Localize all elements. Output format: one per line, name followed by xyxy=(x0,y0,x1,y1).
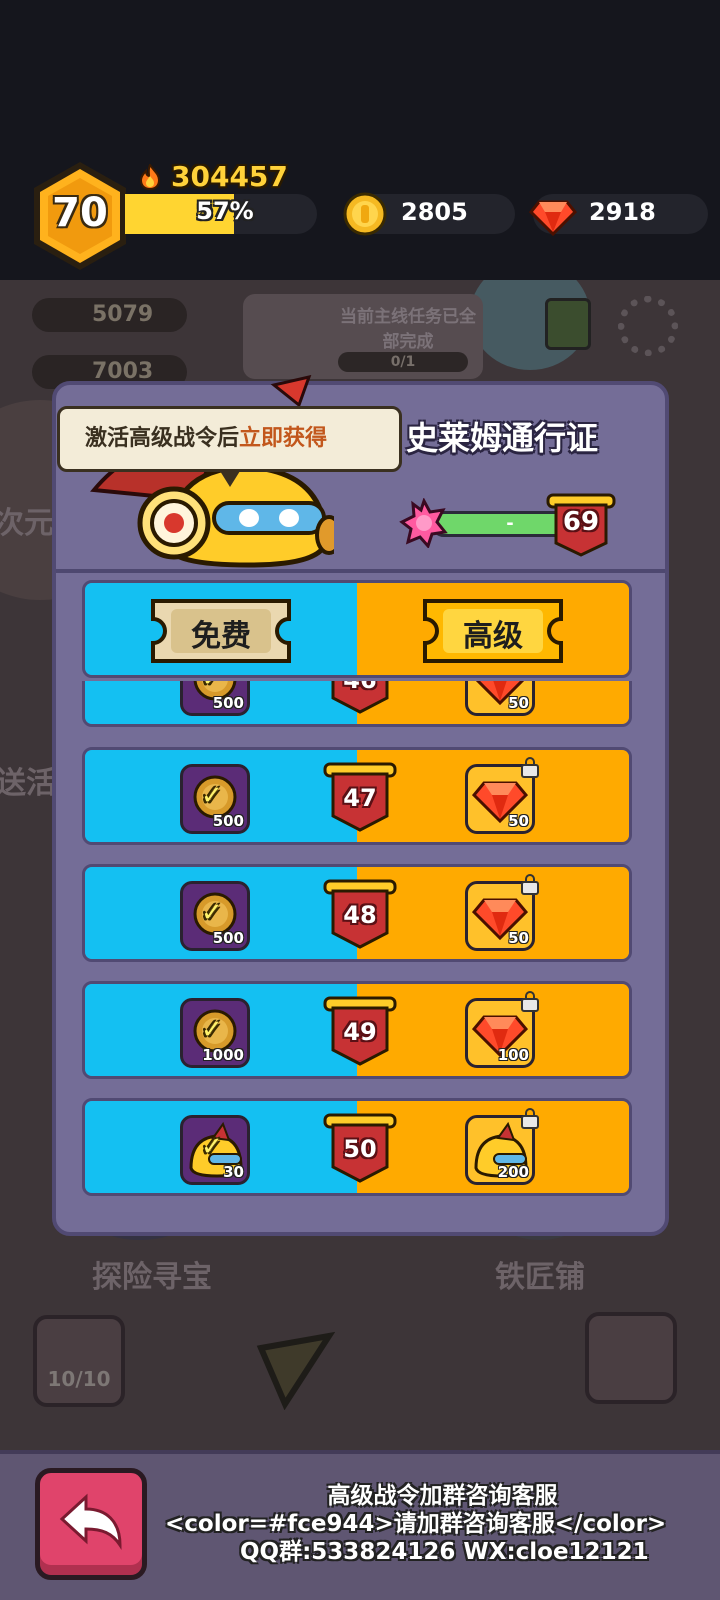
quest-title: 当前主线任务已全部完成 xyxy=(340,307,476,352)
reward-row: ✓ 500 48 50 xyxy=(82,864,632,962)
tab-free[interactable]: 免费 xyxy=(85,583,357,675)
pass-current-level-banner: 69 xyxy=(546,493,616,559)
row-level: 49 xyxy=(343,1018,377,1046)
coin-counter[interactable]: 2805 xyxy=(343,192,515,236)
slime-count: 10/10 xyxy=(47,1367,111,1391)
premium-reward-qty: 50 xyxy=(508,694,529,712)
level-banner: 48 xyxy=(323,879,397,951)
level-banner: 49 xyxy=(323,996,397,1068)
free-reward-qty: 500 xyxy=(212,812,244,830)
main-quest-panel[interactable]: 当前主线任务已全部完成 0/1 xyxy=(243,294,483,379)
pass-tier-tabs: 免费 高级 xyxy=(82,580,632,678)
arrow-play-icon[interactable] xyxy=(255,1330,335,1410)
pass-title: 史莱姆通行证 xyxy=(406,419,599,457)
tooltip-text: 激活高级战令后 xyxy=(85,426,240,451)
premium-reward-qty: 100 xyxy=(497,1046,529,1064)
reward-row: ✓ 1000 49 100 xyxy=(82,981,632,1079)
slime-team-button[interactable]: 10/10 xyxy=(33,1315,125,1407)
reward-row: ✓ 30 50 200 xyxy=(82,1098,632,1196)
free-reward[interactable]: ✓ 1000 xyxy=(180,998,250,1068)
row-level: 48 xyxy=(343,901,377,929)
lock-icon xyxy=(521,757,539,778)
level-banner: 46 xyxy=(323,681,397,716)
explore-treasure-label[interactable]: 探险寻宝 xyxy=(92,1252,212,1296)
lock-icon xyxy=(521,991,539,1012)
power-display: 304457 xyxy=(137,160,288,193)
free-reward[interactable]: ✓500 xyxy=(180,881,250,951)
gem-value: 2918 xyxy=(589,198,656,226)
scene-label-left-1: 次元 xyxy=(0,506,54,541)
pass-header: 激活高级战令后立即获得 史莱姆通行证 - 69 xyxy=(56,375,665,575)
free-reward-qty: 500 xyxy=(212,694,244,712)
tab-premium-label: 高级 xyxy=(463,619,523,654)
service-notice: 高级战令加群咨询客服 <color=#fce944>请加群咨询客服</color… xyxy=(165,1482,720,1566)
claimed-check-icon: ✓ xyxy=(201,1132,223,1162)
xp-percent: 57% xyxy=(196,197,254,225)
notice-line-2: <color=#fce944>请加群咨询客服</color> xyxy=(165,1511,667,1537)
row-level: 47 xyxy=(343,784,377,812)
claimed-check-icon: ✓ xyxy=(201,898,223,928)
claimed-check-icon: ✓ xyxy=(201,681,223,693)
header-divider xyxy=(56,569,665,573)
slime-mascot-icon xyxy=(90,375,334,568)
free-reward[interactable]: ✓ 30 xyxy=(180,1115,250,1185)
notice-line-3: QQ群:533824126 WX:cloe12121 xyxy=(240,1539,649,1565)
premium-reward[interactable]: 50 xyxy=(465,681,535,716)
bottom-bar: 高级战令加群咨询客服 <color=#fce944>请加群咨询客服</color… xyxy=(0,1450,720,1600)
pink-star-gem-icon xyxy=(399,498,448,548)
pass-current-level: 69 xyxy=(562,507,600,537)
back-arrow-icon xyxy=(59,1493,122,1550)
forge-tool-button[interactable] xyxy=(585,1312,677,1404)
blacksmith-label[interactable]: 铁匠铺 xyxy=(495,1252,585,1296)
slime-pass-modal: 激活高级战令后立即获得 史莱姆通行证 - 69 免费 高级 500 50 ✓ 5… xyxy=(52,375,669,1236)
premium-reward-qty: 50 xyxy=(508,929,529,947)
free-reward[interactable]: ✓500 xyxy=(180,681,250,716)
coin-value: 2805 xyxy=(401,198,468,226)
notice-line-1: 高级战令加群咨询客服 xyxy=(327,1483,558,1509)
reward-row: ✓ 500 47 50 xyxy=(82,747,632,845)
row-level: 50 xyxy=(343,1135,377,1163)
free-reward-qty: 500 xyxy=(212,929,244,947)
premium-reward-qty: 200 xyxy=(497,1163,529,1181)
free-reward-qty: 1000 xyxy=(202,1046,244,1064)
claimed-check-icon: ✓ xyxy=(201,1015,223,1045)
red-gem-icon xyxy=(528,200,578,237)
meat-resource[interactable]: 5079 xyxy=(32,298,187,332)
premium-bonus-tooltip: 激活高级战令后立即获得 xyxy=(57,406,402,487)
gem-counter[interactable]: 2918 xyxy=(528,194,708,237)
level-banner: 47 xyxy=(323,762,397,834)
lock-icon xyxy=(521,874,539,895)
tab-free-label: 免费 xyxy=(191,619,251,654)
gold-coin-icon xyxy=(343,192,387,236)
lock-icon xyxy=(521,1108,539,1129)
level-banner: 50 xyxy=(323,1113,397,1185)
row-level: 46 xyxy=(323,681,397,694)
tooltip-highlight: 立即获得 xyxy=(239,426,328,451)
reward-row: ✓500 46 50 xyxy=(82,681,632,727)
tab-premium[interactable]: 高级 xyxy=(357,583,629,675)
player-header: 70 304457 57% 2805 2918 xyxy=(0,150,720,280)
power-value: 304457 xyxy=(171,160,288,193)
gear-icon[interactable] xyxy=(618,296,678,356)
free-reward[interactable]: ✓500 xyxy=(180,764,250,834)
scene-label-left-2: 送活 xyxy=(0,766,56,801)
claimed-check-icon: ✓ xyxy=(201,781,223,811)
premium-reward-qty: 50 xyxy=(508,812,529,830)
flame-icon xyxy=(139,163,161,190)
free-reward-qty: 30 xyxy=(223,1163,244,1181)
back-button[interactable] xyxy=(35,1468,147,1580)
quest-progress: 0/1 xyxy=(338,352,468,372)
task-book-icon[interactable] xyxy=(545,298,591,350)
reward-list[interactable]: ✓5004650✓5004750✓5004850✓100049100✓30502… xyxy=(82,681,632,1201)
